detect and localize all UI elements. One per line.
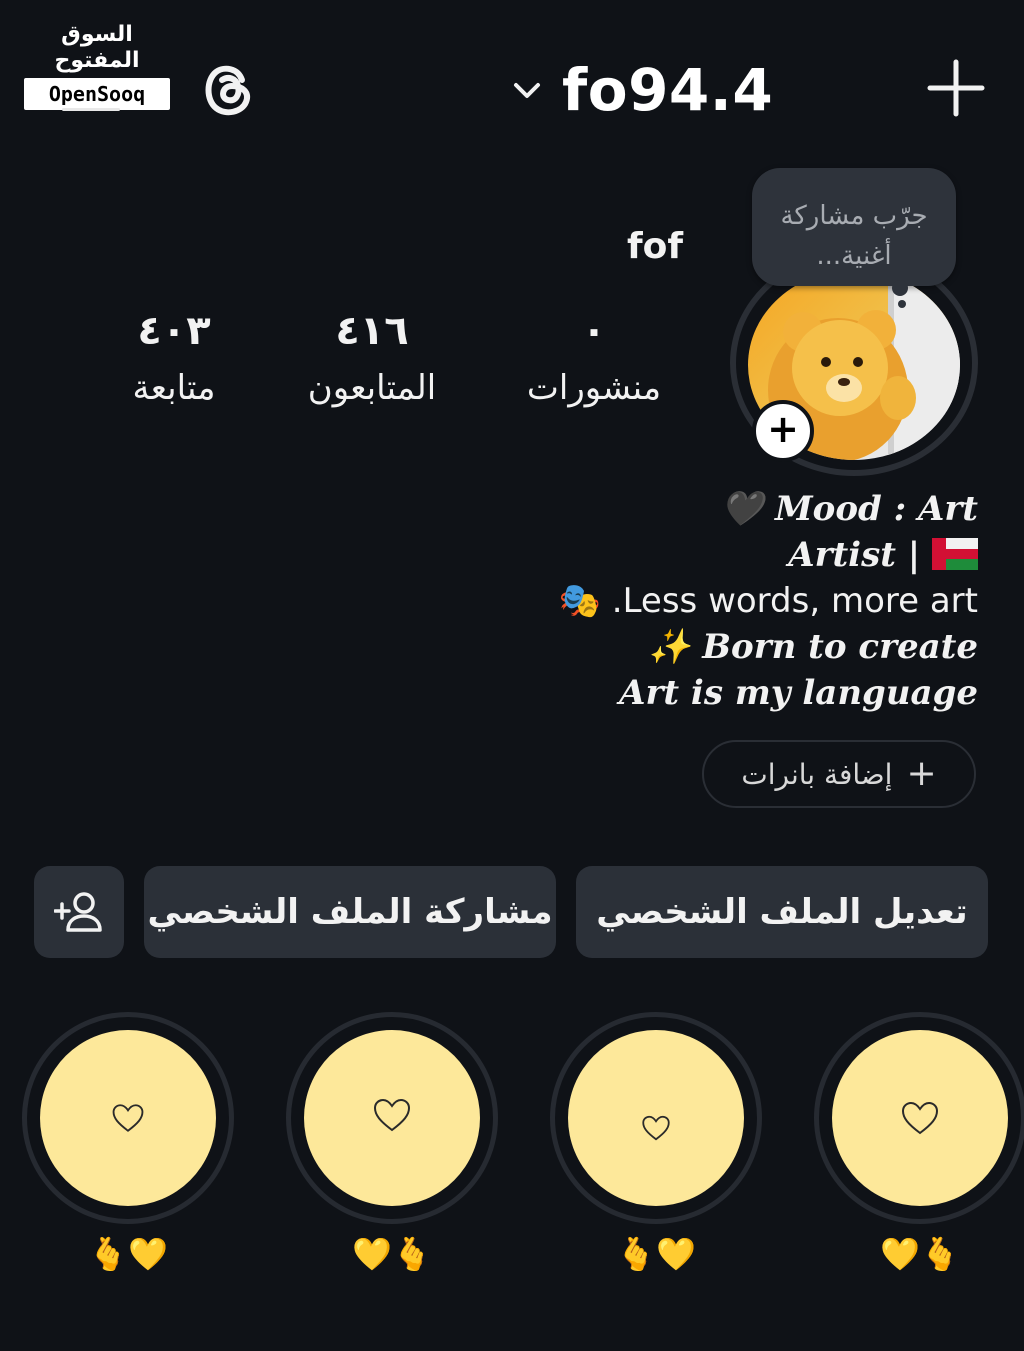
display-name: fof xyxy=(626,226,684,267)
bio-line-1: 🖤 Mood : Art xyxy=(720,489,978,529)
heart-outline-icon xyxy=(901,1101,939,1135)
add-banners-label: إضافة بانرات xyxy=(741,757,893,791)
following-label: متابعة xyxy=(132,368,216,408)
plus-icon: + xyxy=(767,407,799,451)
highlight-label: 💛🫰 xyxy=(880,1235,960,1273)
posts-label: منشورات xyxy=(526,368,662,408)
add-person-icon xyxy=(54,892,102,932)
story-highlight[interactable]: 🫰💛 xyxy=(550,1012,762,1273)
song-tip-line1: جرّب مشاركة xyxy=(780,201,928,231)
story-highlight[interactable]: 💛🫰 xyxy=(286,1012,498,1273)
chevron-down-icon xyxy=(514,83,540,98)
watermark-arabic: السوق المفتوح xyxy=(54,22,140,73)
heart-outline-icon xyxy=(112,1104,144,1132)
stat-posts[interactable]: ٠ منشورات xyxy=(494,306,694,420)
discover-people-button[interactable] xyxy=(34,866,124,958)
performing-arts-emoji: 🎭 xyxy=(558,581,601,621)
account-switcher[interactable]: fo94.4 xyxy=(510,50,773,130)
sparkles-emoji: ✨ xyxy=(648,627,691,667)
black-heart-emoji: 🖤 xyxy=(720,489,764,529)
menu-icon[interactable] xyxy=(62,108,120,111)
share-profile-button[interactable]: مشاركة الملف الشخصي xyxy=(144,866,556,958)
add-story-button[interactable]: + xyxy=(752,400,814,462)
followers-label: المتابعون xyxy=(307,368,437,408)
heart-outline-icon xyxy=(642,1115,670,1141)
profile-bio: 🖤 Mood : Art Artist | 🎭 .Less words, mor… xyxy=(378,486,978,716)
posts-count: ٠ xyxy=(581,308,607,354)
opensooq-watermark: السوق المفتوح OpenSooq xyxy=(24,22,170,110)
threads-icon[interactable] xyxy=(198,58,256,120)
oman-flag-icon xyxy=(932,538,978,570)
highlight-label: 🫰💛 xyxy=(616,1235,696,1273)
stat-following[interactable]: ٤٠٣ متابعة xyxy=(74,306,274,420)
add-banners-button[interactable]: + إضافة بانرات xyxy=(702,740,976,808)
stat-followers[interactable]: ٤١٦ المتابعون xyxy=(272,306,472,420)
create-plus-icon[interactable] xyxy=(926,58,986,118)
followers-count: ٤١٦ xyxy=(335,308,409,354)
following-count: ٤٠٣ xyxy=(137,308,211,354)
bio-line-2: Artist | xyxy=(378,532,978,578)
story-highlight[interactable]: 🫰💛 xyxy=(22,1012,234,1273)
edit-profile-button[interactable]: تعديل الملف الشخصي xyxy=(576,866,988,958)
song-tip-bubble[interactable]: جرّب مشاركة أغنية... xyxy=(752,168,956,308)
username: fo94.4 xyxy=(562,56,774,124)
bio-line-5: Art is my language xyxy=(619,673,978,713)
story-highlight[interactable]: 💛🫰 xyxy=(814,1012,1024,1273)
song-tip-line2: أغنية... xyxy=(816,241,892,271)
highlight-label: 💛🫰 xyxy=(352,1235,432,1273)
bio-line-3: 🎭 .Less words, more art xyxy=(558,581,978,621)
plus-icon: + xyxy=(906,753,937,794)
bio-line-4: ✨ Born to create xyxy=(648,627,978,667)
highlight-label: 🫰💛 xyxy=(88,1235,168,1273)
watermark-english: OpenSooq xyxy=(24,78,170,110)
